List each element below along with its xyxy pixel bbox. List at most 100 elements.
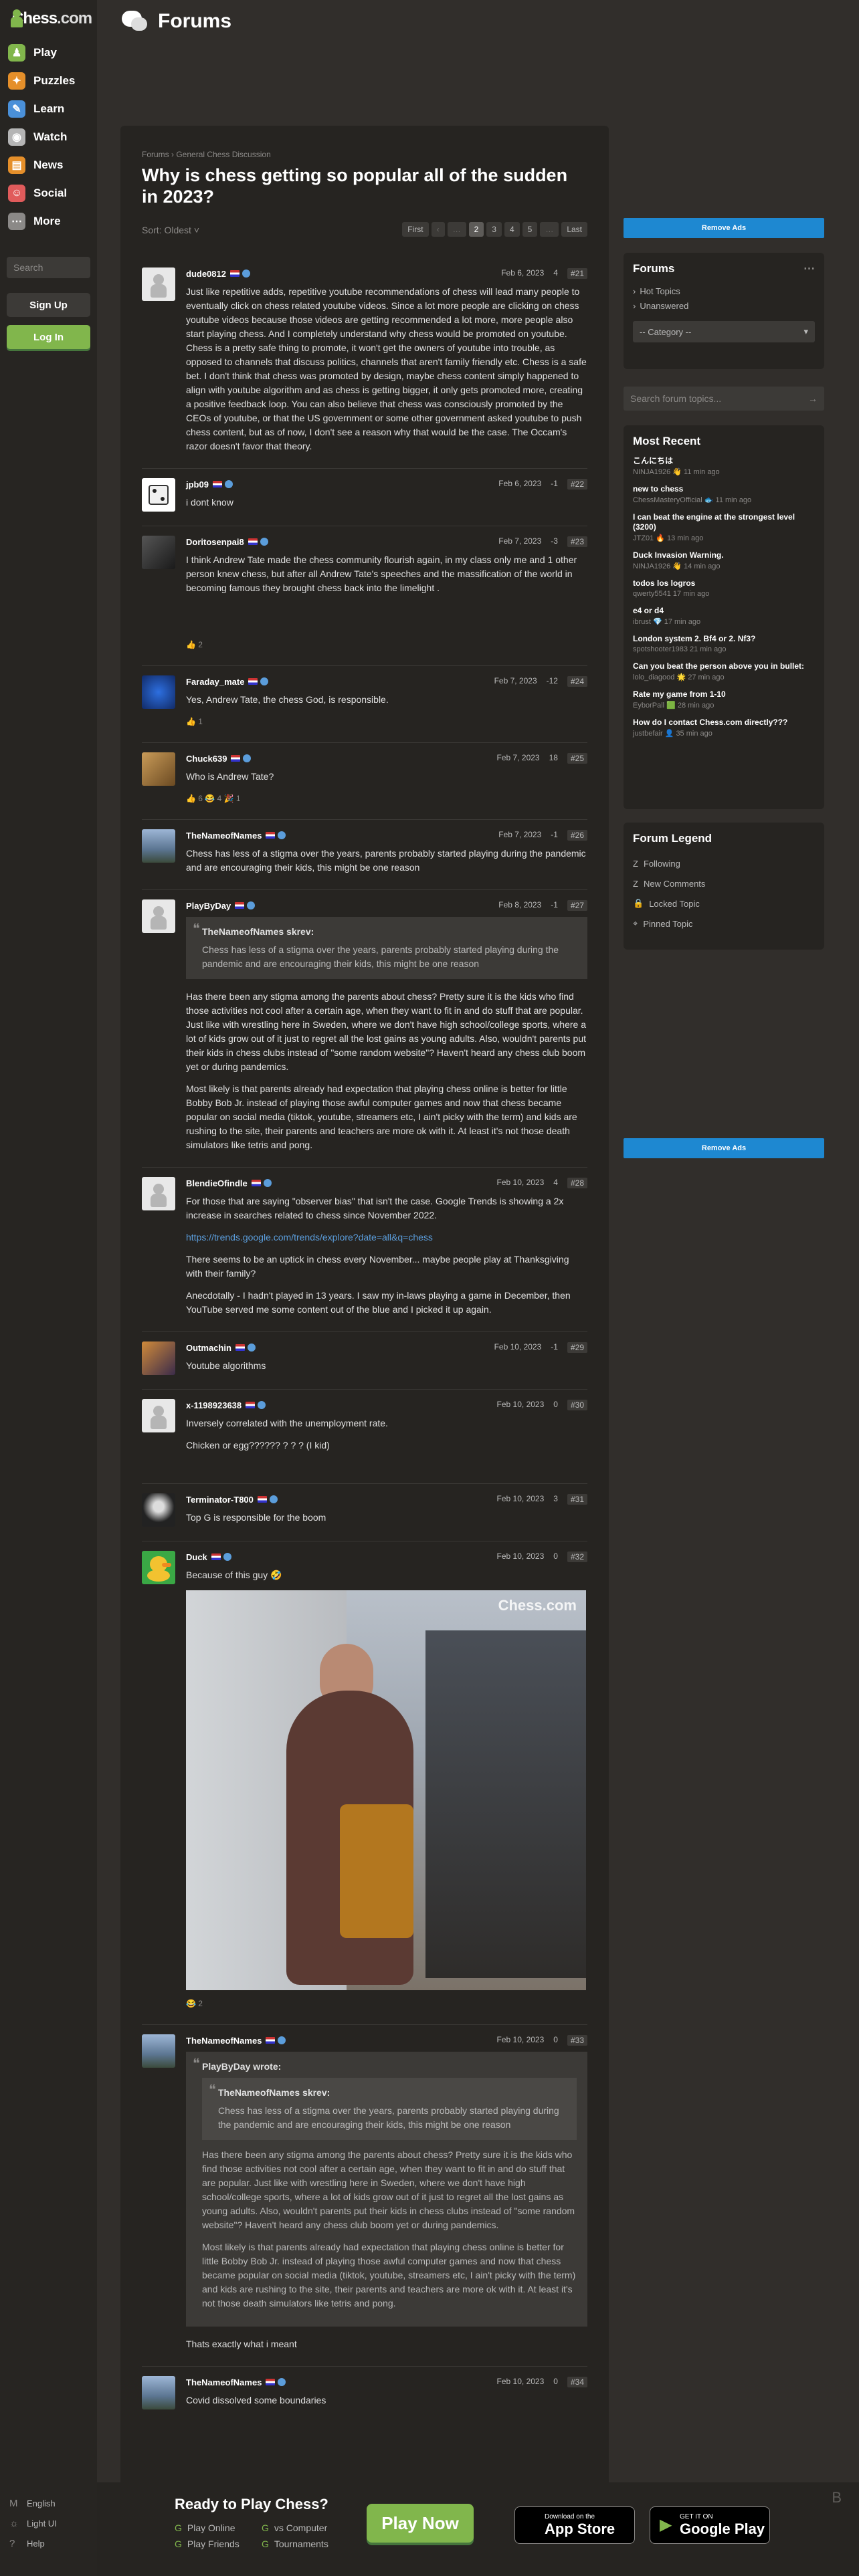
pager-1[interactable]: ‹ xyxy=(431,222,445,237)
post-number[interactable]: #30 xyxy=(567,1400,587,1410)
post-number[interactable]: #25 xyxy=(567,753,587,764)
nav-item-play[interactable]: ♟ Play xyxy=(0,39,97,67)
language-link[interactable]: M English xyxy=(9,2493,57,2513)
vote-count[interactable]: 0 xyxy=(553,1551,558,1562)
reactions[interactable]: 👍 6 😂 4 🎉 1 xyxy=(186,792,587,806)
reactions[interactable]: 😂 2 xyxy=(186,1997,587,2011)
recent-topic[interactable]: todos los logros qwerty5541 17 min ago xyxy=(633,578,815,598)
username[interactable]: TheNameofNames xyxy=(186,2036,262,2046)
vote-count[interactable]: -3 xyxy=(551,536,558,547)
vote-count[interactable]: -1 xyxy=(551,479,558,490)
avatar[interactable] xyxy=(142,1551,175,1584)
vote-count[interactable]: 4 xyxy=(553,268,558,279)
vote-count[interactable]: -1 xyxy=(551,830,558,841)
recent-topic-title[interactable]: new to chess xyxy=(633,484,815,494)
google-play-badge[interactable]: ▶ GET IT ON Google Play xyxy=(650,2506,770,2544)
vote-count[interactable]: -1 xyxy=(551,900,558,911)
vs-computer-link[interactable]: Gvs Computer xyxy=(262,2523,349,2533)
username[interactable]: PlayByDay xyxy=(186,901,231,911)
remove-ads-button[interactable]: Remove Ads xyxy=(624,218,824,238)
username[interactable]: Terminator-T800 xyxy=(186,1495,254,1505)
avatar[interactable] xyxy=(142,478,175,512)
breadcrumb-forums[interactable]: Forums xyxy=(142,150,169,159)
nav-item-watch[interactable]: ◉ Watch xyxy=(0,123,97,151)
avatar[interactable] xyxy=(142,1341,175,1375)
vote-count[interactable]: 3 xyxy=(553,1494,558,1505)
vote-count[interactable]: 0 xyxy=(553,2377,558,2387)
username[interactable]: Doritosenpai8 xyxy=(186,537,244,547)
more-options-icon[interactable]: ⋯ xyxy=(803,262,815,276)
recent-topic-title[interactable]: I can beat the engine at the strongest l… xyxy=(633,512,815,532)
post-number[interactable]: #21 xyxy=(567,268,587,279)
vote-count[interactable]: -1 xyxy=(551,1342,558,1353)
username[interactable]: TheNameofNames xyxy=(186,831,262,841)
post-number[interactable]: #28 xyxy=(567,1178,587,1188)
vote-count[interactable]: 18 xyxy=(549,753,558,764)
pager-7[interactable]: … xyxy=(540,222,559,237)
help-link[interactable]: ? Help xyxy=(9,2533,57,2553)
post-number[interactable]: #33 xyxy=(567,2035,587,2046)
avatar[interactable] xyxy=(142,1177,175,1210)
login-button[interactable]: Log In xyxy=(7,325,90,349)
recent-topic-title[interactable]: Rate my game from 1-10 xyxy=(633,689,815,700)
play-friends-link[interactable]: G Play Friends xyxy=(175,2539,262,2549)
username[interactable]: TheNameofNames xyxy=(186,2377,262,2387)
play-now-button[interactable]: Play Now xyxy=(367,2504,474,2543)
username[interactable]: dude0812 xyxy=(186,269,226,279)
category-select[interactable]: -- Category -- ▾ xyxy=(633,321,815,342)
username[interactable]: x-1198923638 xyxy=(186,1400,242,1410)
avatar[interactable] xyxy=(142,1493,175,1527)
recent-topic-title[interactable]: London system 2. Bf4 or 2. Nf3? xyxy=(633,634,815,644)
avatar[interactable] xyxy=(142,829,175,863)
vote-count[interactable]: -12 xyxy=(547,676,558,687)
post-link[interactable]: https://trends.google.com/trends/explore… xyxy=(186,1230,587,1245)
reactions[interactable]: 👍 1 xyxy=(186,715,587,729)
pager-4[interactable]: 3 xyxy=(486,222,502,237)
avatar[interactable] xyxy=(142,1399,175,1432)
vote-count[interactable]: 0 xyxy=(553,2035,558,2046)
post-number[interactable]: #29 xyxy=(567,1342,587,1353)
avatar[interactable] xyxy=(142,2376,175,2409)
forum-search-input[interactable]: Search forum topics... → xyxy=(624,387,824,411)
avatar[interactable] xyxy=(142,675,175,709)
post-number[interactable]: #23 xyxy=(567,536,587,547)
username[interactable]: Faraday_mate xyxy=(186,677,244,687)
blog-icon[interactable]: B xyxy=(832,2489,842,2506)
recent-topic-title[interactable]: Duck Invasion Warning. xyxy=(633,550,815,560)
remove-ads-button[interactable]: Remove Ads xyxy=(624,1138,824,1158)
signup-button[interactable]: Sign Up xyxy=(7,293,90,317)
play-online-link[interactable]: G Play Online xyxy=(175,2523,262,2533)
unanswered-link[interactable]: › Unanswered xyxy=(633,298,815,313)
breadcrumb-category[interactable]: General Chess Discussion xyxy=(176,150,270,159)
post-number[interactable]: #27 xyxy=(567,900,587,911)
pager-8[interactable]: Last xyxy=(561,222,587,237)
pager-2[interactable]: … xyxy=(447,222,466,237)
sidebar-search-input[interactable]: Search xyxy=(7,257,90,278)
pager-5[interactable]: 4 xyxy=(504,222,520,237)
recent-topic[interactable]: new to chess ChessMasteryOfficial 🐟 11 mi… xyxy=(633,484,815,504)
nav-item-more[interactable]: ⋯ More xyxy=(0,207,97,235)
avatar[interactable] xyxy=(142,752,175,786)
pager-6[interactable]: 5 xyxy=(522,222,538,237)
pager-3[interactable]: 2 xyxy=(468,222,484,237)
pager-0[interactable]: First xyxy=(402,222,429,237)
vote-count[interactable]: 4 xyxy=(553,1178,558,1188)
app-store-badge[interactable]: Download on the App Store xyxy=(514,2506,635,2544)
post-number[interactable]: #24 xyxy=(567,676,587,687)
recent-topic-title[interactable]: Can you beat the person above you in bul… xyxy=(633,661,815,671)
recent-topic-title[interactable]: todos los logros xyxy=(633,578,815,588)
recent-topic[interactable]: Can you beat the person above you in bul… xyxy=(633,661,815,681)
nav-item-social[interactable]: ☺ Social xyxy=(0,179,97,207)
recent-topic-title[interactable]: How do I contact Chess.com directly??? xyxy=(633,718,815,728)
recent-topic[interactable]: Rate my game from 1-10 EyborPall 🟩 28 min… xyxy=(633,689,815,710)
username[interactable]: Outmachin xyxy=(186,1343,231,1353)
nav-item-learn[interactable]: ✎ Learn xyxy=(0,95,97,123)
vote-count[interactable]: 0 xyxy=(553,1400,558,1410)
nav-item-puzzles[interactable]: ✦ Puzzles xyxy=(0,67,97,95)
post-number[interactable]: #31 xyxy=(567,1494,587,1505)
recent-topic[interactable]: こんにちは NINJA1926 👋 11 min ago xyxy=(633,456,815,476)
username[interactable]: Chuck639 xyxy=(186,754,227,764)
username[interactable]: BlendieOfindle xyxy=(186,1178,248,1188)
post-number[interactable]: #32 xyxy=(567,1551,587,1562)
avatar[interactable] xyxy=(142,2034,175,2068)
